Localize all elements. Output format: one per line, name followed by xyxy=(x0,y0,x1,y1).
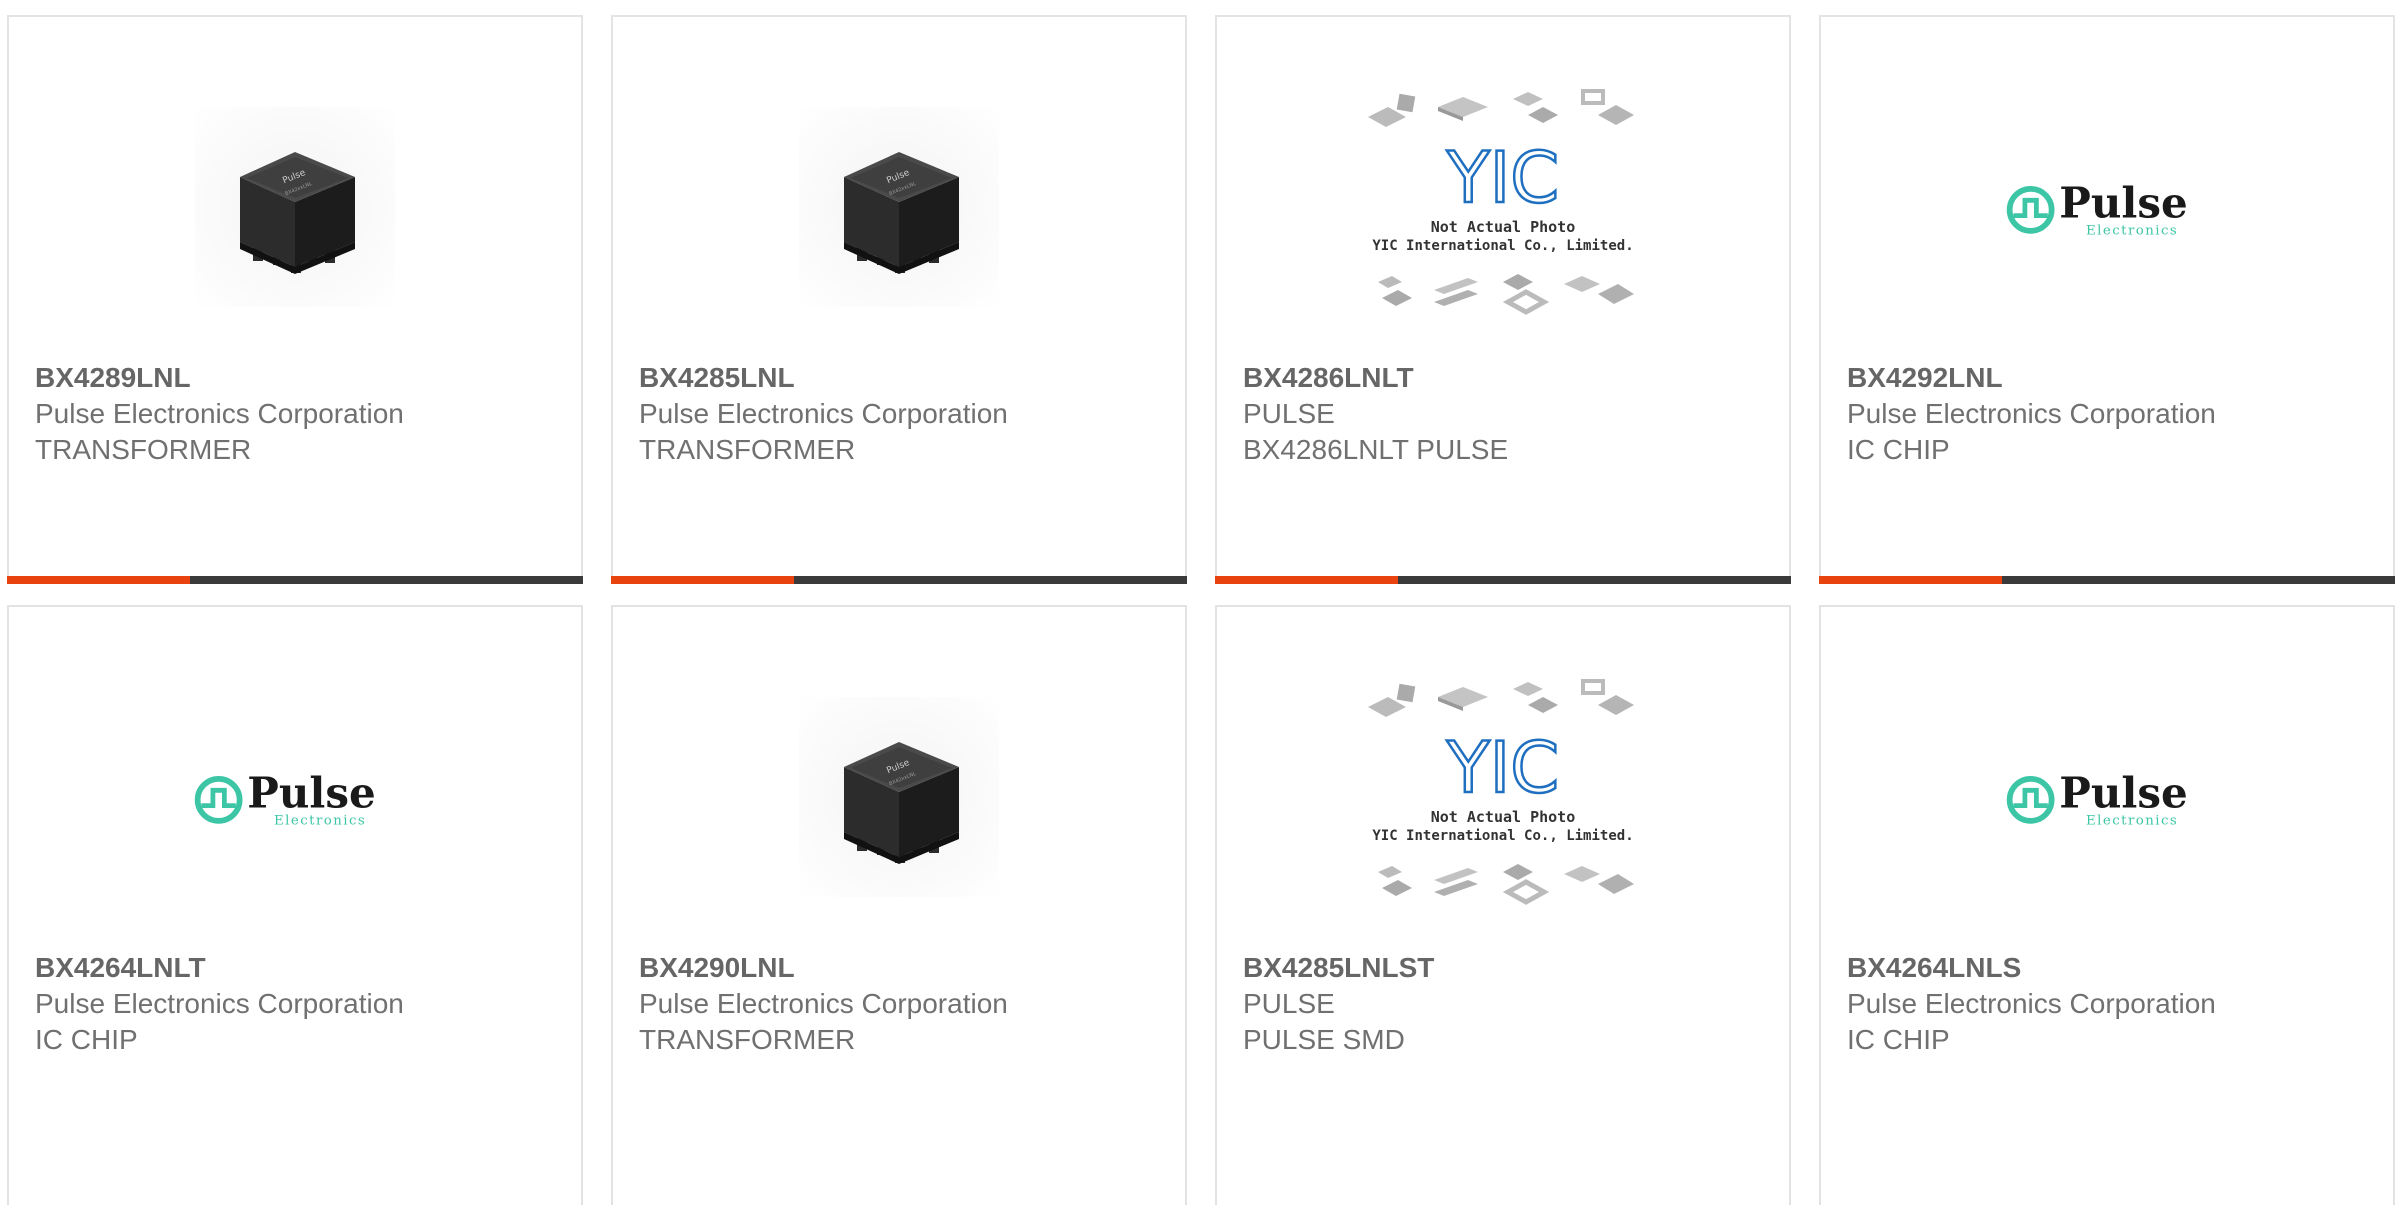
yic-logo: YIC xyxy=(1446,727,1559,809)
pulse-logo[interactable]: Pulse Electronics xyxy=(2002,763,2212,831)
manufacturer: Pulse Electronics Corporation xyxy=(35,398,404,429)
part-number-link[interactable]: BX4264LNLS xyxy=(1847,950,2373,986)
product-card[interactable]: YIC Not Actual Photo YIC International C… xyxy=(1215,15,1791,584)
part-number-link[interactable]: BX4292LNL xyxy=(1847,360,2373,396)
chips-icon xyxy=(1368,679,1636,719)
manufacturer: PULSE xyxy=(1243,988,1335,1019)
manufacturer: Pulse Electronics Corporation xyxy=(35,988,404,1019)
product-info: BX4285LNLST PULSE PULSE SMD xyxy=(1243,950,1769,1058)
product-info: BX4285LNL Pulse Electronics Corporation … xyxy=(639,360,1165,468)
transformer-photo xyxy=(799,107,999,307)
yic-placeholder-image[interactable]: YIC Not Actual Photo YIC International C… xyxy=(1368,87,1638,327)
product-card[interactable]: BX4289LNL Pulse Electronics Corporation … xyxy=(7,15,583,584)
product-info: BX4290LNL Pulse Electronics Corporation … xyxy=(639,950,1165,1058)
product-image-container: Pulse Electronics xyxy=(9,667,581,927)
yic-company-label: YIC International Co., Limited. xyxy=(1372,828,1633,844)
card-accent-bar xyxy=(1215,576,1398,584)
product-card[interactable]: BX4290LNL Pulse Electronics Corporation … xyxy=(611,605,1187,1205)
description: TRANSFORMER xyxy=(35,434,252,465)
product-photo[interactable] xyxy=(195,107,395,307)
product-card[interactable]: YIC Not Actual Photo YIC International C… xyxy=(1215,605,1791,1205)
product-card[interactable]: BX4285LNL Pulse Electronics Corporation … xyxy=(611,15,1187,584)
card-accent-bar xyxy=(611,576,794,584)
product-info: BX4286LNLT PULSE BX4286LNLT PULSE xyxy=(1243,360,1769,468)
card-bottom-bar xyxy=(7,576,583,584)
yic-placeholder-image[interactable]: YIC Not Actual Photo YIC International C… xyxy=(1368,677,1638,917)
product-info: BX4264LNLS Pulse Electronics Corporation… xyxy=(1847,950,2373,1058)
part-number-link[interactable]: BX4285LNL xyxy=(639,360,1165,396)
description: BX4286LNLT PULSE xyxy=(1243,434,1509,465)
transformer-photo xyxy=(799,697,999,897)
card-bottom-bar xyxy=(1819,576,2395,584)
part-number-link[interactable]: BX4286LNLT xyxy=(1243,360,1769,396)
part-number-link[interactable]: BX4285LNLST xyxy=(1243,950,1769,986)
description: IC CHIP xyxy=(1847,1024,1950,1055)
description: IC CHIP xyxy=(1847,434,1950,465)
description: PULSE SMD xyxy=(1243,1024,1405,1055)
product-grid: BX4289LNL Pulse Electronics Corporation … xyxy=(0,0,2400,1205)
product-image-container: Pulse Electronics xyxy=(1821,77,2393,337)
yic-logo: YIC xyxy=(1446,137,1559,219)
description: IC CHIP xyxy=(35,1024,138,1055)
chips-icon xyxy=(1368,89,1636,129)
part-number-link[interactable]: BX4290LNL xyxy=(639,950,1165,986)
product-image-container: YIC Not Actual Photo YIC International C… xyxy=(1217,667,1789,927)
product-info: BX4289LNL Pulse Electronics Corporation … xyxy=(35,360,561,468)
card-bottom-bar xyxy=(611,576,1187,584)
product-image-container: Pulse Electronics xyxy=(1821,667,2393,927)
product-card[interactable]: Pulse Electronics BX4292LNL Pulse Electr… xyxy=(1819,15,2395,584)
product-card[interactable]: Pulse Electronics BX4264LNLT Pulse Elect… xyxy=(7,605,583,1205)
card-bottom-bar xyxy=(1215,576,1791,584)
pulse-logo[interactable]: Pulse Electronics xyxy=(2002,173,2212,241)
part-number-link[interactable]: BX4264LNLT xyxy=(35,950,561,986)
product-image-container: YIC Not Actual Photo YIC International C… xyxy=(1217,77,1789,337)
description: TRANSFORMER xyxy=(639,434,856,465)
product-info: BX4292LNL Pulse Electronics Corporation … xyxy=(1847,360,2373,468)
product-image-container xyxy=(9,77,581,337)
product-image-container xyxy=(613,77,1185,337)
manufacturer: Pulse Electronics Corporation xyxy=(1847,398,2216,429)
product-image-container xyxy=(613,667,1185,927)
card-accent-bar xyxy=(7,576,190,584)
description: TRANSFORMER xyxy=(639,1024,856,1055)
card-accent-bar xyxy=(1819,576,2002,584)
part-number-link[interactable]: BX4289LNL xyxy=(35,360,561,396)
pulse-logo[interactable]: Pulse Electronics xyxy=(190,763,400,831)
manufacturer: Pulse Electronics Corporation xyxy=(1847,988,2216,1019)
transformer-photo xyxy=(195,107,395,307)
not-actual-photo-label: Not Actual Photo xyxy=(1431,808,1576,826)
manufacturer: Pulse Electronics Corporation xyxy=(639,398,1008,429)
product-card[interactable]: Pulse Electronics BX4264LNLS Pulse Elect… xyxy=(1819,605,2395,1205)
product-photo[interactable] xyxy=(799,107,999,307)
product-info: BX4264LNLT Pulse Electronics Corporation… xyxy=(35,950,561,1058)
yic-company-label: YIC International Co., Limited. xyxy=(1372,238,1633,254)
manufacturer: PULSE xyxy=(1243,398,1335,429)
manufacturer: Pulse Electronics Corporation xyxy=(639,988,1008,1019)
not-actual-photo-label: Not Actual Photo xyxy=(1431,218,1576,236)
product-photo[interactable] xyxy=(799,697,999,897)
